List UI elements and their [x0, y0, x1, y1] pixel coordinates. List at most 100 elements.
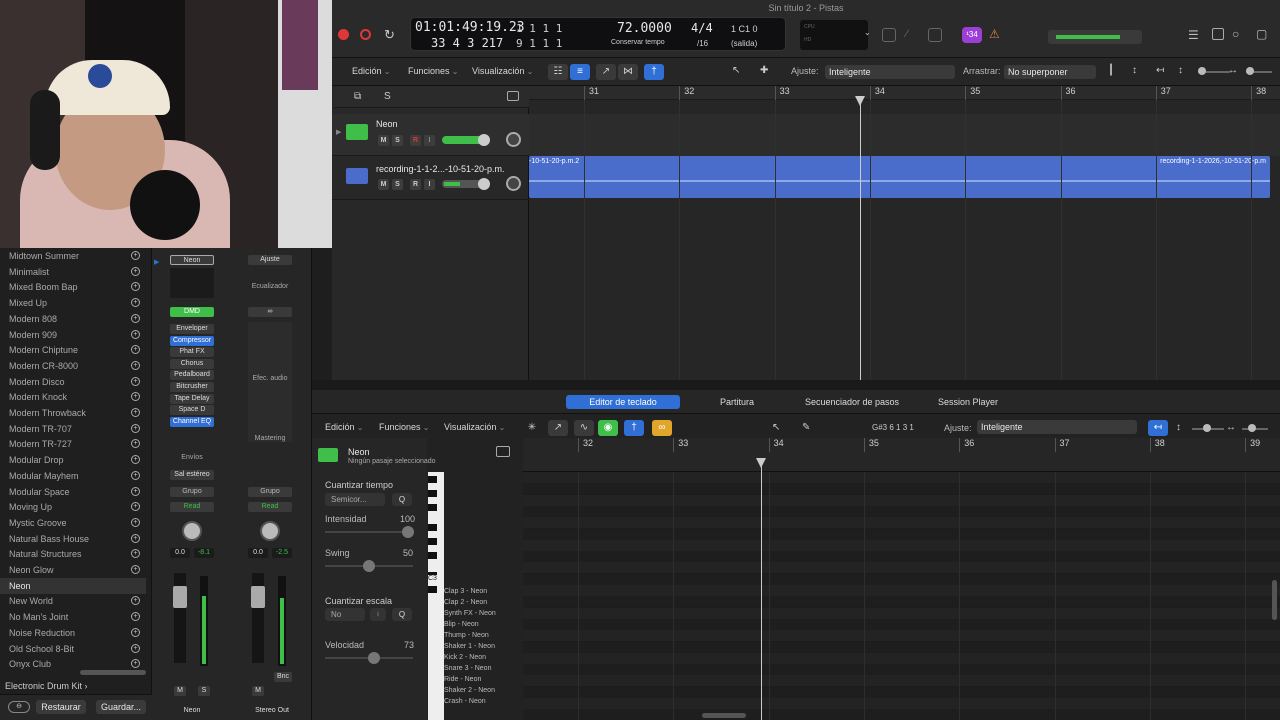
note-lane[interactable]	[523, 607, 1280, 619]
add-icon[interactable]: +	[131, 627, 140, 637]
note-lane[interactable]	[523, 664, 1280, 676]
vzoom-icon[interactable]: ↕	[1178, 65, 1183, 76]
master-volume[interactable]	[1048, 30, 1142, 44]
note-lane[interactable]	[523, 573, 1280, 585]
note-lane[interactable]	[523, 562, 1280, 574]
library-item[interactable]: Modular Mayhem +	[0, 468, 146, 484]
library-item[interactable]: Modern Throwback +	[0, 405, 146, 421]
note-lane[interactable]	[523, 641, 1280, 653]
editor-vzoom-icon[interactable]: ↕	[1176, 422, 1181, 433]
count-in-badge[interactable]: ¹34	[962, 27, 982, 43]
intensity-slider[interactable]	[325, 531, 413, 533]
add-icon[interactable]: +	[131, 282, 140, 292]
playhead-handle[interactable]	[855, 96, 865, 106]
piano-black-key[interactable]	[428, 524, 437, 531]
editor-horizontal-scrollbar[interactable]	[702, 713, 746, 718]
intensity-knob[interactable]	[402, 526, 414, 538]
add-icon[interactable]: +	[131, 596, 140, 606]
ajuste-select[interactable]: Inteligente	[825, 65, 955, 79]
menu-visualizacion[interactable]: Visualización	[472, 66, 533, 76]
track-pan-knob[interactable]	[506, 176, 521, 191]
library-item[interactable]: Midtown Summer +	[0, 248, 146, 264]
record-enable-button[interactable]: R	[410, 135, 421, 146]
note-lane[interactable]	[523, 596, 1280, 608]
tab-secuenciador[interactable]: Secuenciador de pasos	[792, 395, 912, 409]
midi-draw-icon[interactable]: ∿	[574, 420, 594, 436]
library-item[interactable]: Modern TR-727 +	[0, 436, 146, 452]
library-item[interactable]: Old School 8-Bit +	[0, 641, 146, 657]
note-lane[interactable]	[523, 517, 1280, 529]
tab-partitura[interactable]: Partitura	[702, 395, 772, 409]
strip1-pan-knob[interactable]	[182, 521, 202, 541]
track-volume-knob[interactable]	[478, 134, 490, 146]
track-row-recording[interactable]: recording-1-1-2...-10-51-20-p.m. M S R I	[332, 156, 529, 200]
strip2-setting[interactable]: Ajuste	[248, 255, 292, 265]
editor-fit-icon[interactable]: ↤	[1148, 420, 1168, 436]
track-row-neon[interactable]: ▶ Neon M S R I	[332, 114, 529, 156]
add-icon[interactable]: +	[131, 266, 140, 276]
disclosure-icon[interactable]: ▶	[336, 128, 341, 136]
add-icon[interactable]: +	[131, 313, 140, 323]
drum-lane-name[interactable]: Kick 2 - Neon	[444, 652, 522, 663]
add-icon[interactable]: +	[131, 659, 140, 669]
plugin-slot[interactable]: Tape Delay	[170, 393, 214, 404]
mute-button[interactable]: M	[378, 179, 389, 190]
library-item[interactable]: Mystic Groove +	[0, 515, 146, 531]
strip1-solo[interactable]: S	[198, 686, 210, 696]
drum-lane-name[interactable]: Blip - Neon	[444, 619, 522, 630]
piano-black-key[interactable]	[428, 476, 437, 483]
note-grid[interactable]	[523, 472, 1280, 720]
note-lane[interactable]	[523, 539, 1280, 551]
add-icon[interactable]: +	[131, 643, 140, 653]
scale-select[interactable]: No	[325, 608, 365, 621]
vertical-zoom-knob[interactable]	[1198, 67, 1206, 75]
plugin-slot[interactable]: Space D	[170, 405, 214, 416]
note-lane[interactable]	[523, 551, 1280, 563]
strip1-fader[interactable]	[173, 586, 187, 608]
crosshair-tool-icon[interactable]: ✚	[760, 65, 768, 76]
catch-icon[interactable]: †	[624, 420, 644, 436]
drum-lane-name[interactable]: Snare 3 - Neon	[444, 663, 522, 674]
arrastrar-select[interactable]: No superponer	[1004, 65, 1096, 79]
add-icon[interactable]: +	[131, 408, 140, 417]
scale-key-icon[interactable]: ♮	[370, 608, 386, 621]
library-item[interactable]: Modern 909 +	[0, 327, 146, 343]
strip2-automation[interactable]: Read	[248, 502, 292, 512]
editor-hzoom-icon[interactable]: ↔	[1226, 422, 1236, 433]
grid-view-icon[interactable]: ☷	[548, 64, 568, 80]
input-monitor-button[interactable]: I	[424, 135, 435, 146]
playhead[interactable]	[860, 100, 861, 380]
note-lane[interactable]	[523, 698, 1280, 709]
editor-menu-funciones[interactable]: Funciones	[379, 422, 429, 432]
warning-icon[interactable]: ⚠	[989, 27, 1000, 41]
library-item[interactable]: Modern Knock +	[0, 389, 146, 405]
region-view-icon[interactable]	[496, 446, 510, 457]
add-icon[interactable]: +	[131, 329, 140, 339]
editor-hzoom-knob[interactable]	[1248, 424, 1256, 432]
strip1-group[interactable]: Grupo	[170, 487, 214, 497]
strip1-eq-display[interactable]	[170, 268, 214, 298]
library-item[interactable]: Modern TR-707 +	[0, 421, 146, 437]
strip2-fader[interactable]	[251, 586, 265, 608]
catch-playhead-icon[interactable]: †	[644, 64, 664, 80]
add-icon[interactable]: +	[131, 376, 140, 386]
piano-black-key[interactable]	[428, 586, 437, 593]
flex-icon[interactable]: ⋈	[618, 64, 638, 80]
add-icon[interactable]: +	[131, 251, 140, 260]
automation-icon[interactable]: ↗	[596, 64, 616, 80]
editor-ruler[interactable]: 32 33 34 35 36 37 38 39	[523, 438, 1280, 472]
horizontal-zoom-knob[interactable]	[1246, 67, 1254, 75]
cycle-icon[interactable]: ↻	[384, 27, 395, 43]
add-icon[interactable]: +	[131, 455, 140, 465]
library-footer[interactable]: Electronic Drum Kit ›	[5, 681, 88, 691]
editor-ajuste-select[interactable]: Inteligente	[977, 420, 1137, 434]
swing-knob[interactable]	[363, 560, 375, 572]
strip1-output[interactable]: Sal estéreo	[170, 470, 214, 480]
drum-lane-name[interactable]: Clap 3 - Neon	[444, 586, 522, 597]
piano-keyboard[interactable]	[428, 472, 444, 720]
add-icon[interactable]: +	[131, 392, 140, 402]
strip2-mute[interactable]: M	[252, 686, 264, 696]
solo-button[interactable]: S	[392, 179, 403, 190]
restore-button[interactable]: Restaurar	[36, 700, 86, 714]
library-item[interactable]: Neon	[0, 577, 146, 594]
